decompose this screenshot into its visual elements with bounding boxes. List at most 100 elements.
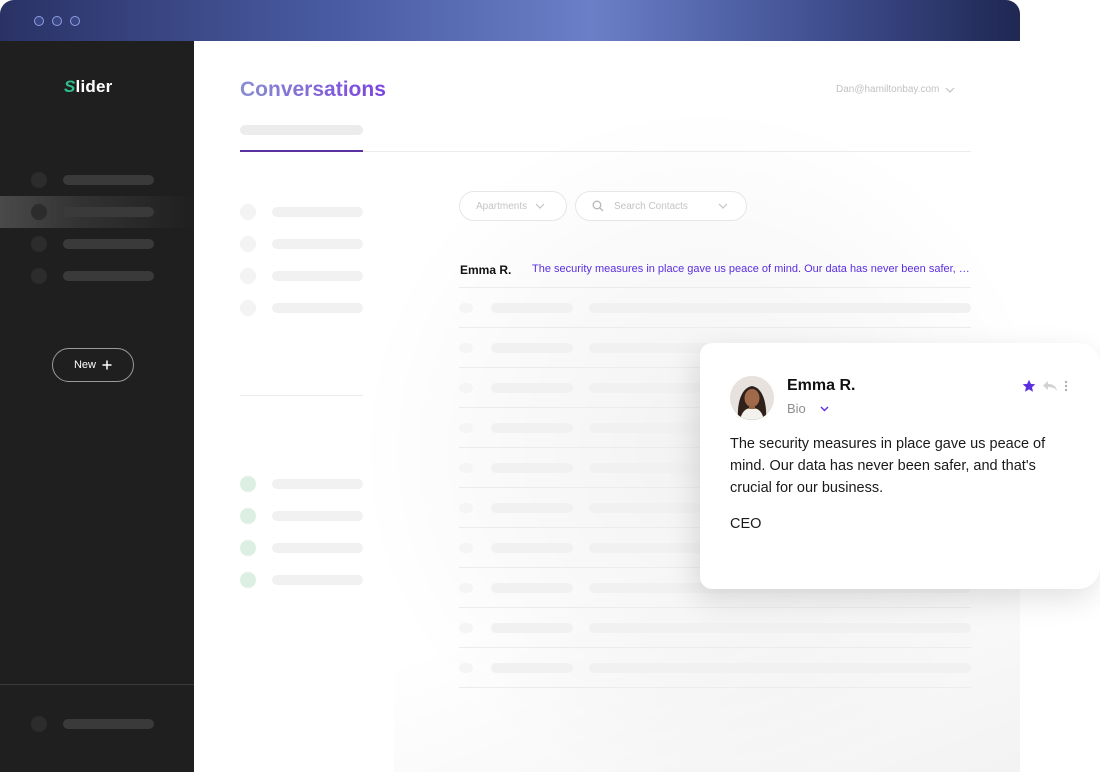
row-skeleton-bar [491, 383, 573, 393]
row-skeleton-bar [459, 663, 473, 673]
row-skeleton-bar [491, 343, 573, 353]
status-label-placeholder [272, 479, 363, 489]
row-skeleton-bar [459, 623, 473, 633]
nav-icon [31, 172, 47, 188]
sidebar: Slider New [0, 41, 194, 772]
chevron-down-icon [718, 203, 728, 209]
row-skeleton-bar [459, 583, 473, 593]
sidebar-nav-item[interactable] [0, 260, 194, 292]
nav-icon [31, 268, 47, 284]
nav-icon [31, 236, 47, 252]
star-icon[interactable] [1022, 379, 1036, 393]
conversation-preview: The security measures in place gave us p… [532, 263, 973, 275]
chevron-down-icon [820, 406, 829, 411]
nav-label-placeholder [63, 207, 154, 217]
nav-label-placeholder [63, 239, 154, 249]
contact-avatar[interactable] [730, 376, 774, 420]
row-skeleton-bar [459, 503, 473, 513]
nav-label-placeholder [63, 175, 154, 185]
row-divider [459, 647, 971, 648]
filter-item[interactable] [240, 300, 370, 316]
window-maximize-dot[interactable] [70, 16, 80, 26]
status-label-placeholder [272, 511, 363, 521]
row-skeleton-bar [459, 343, 473, 353]
account-menu[interactable]: Dan@hamiltonbay.com [836, 84, 955, 95]
contact-name: Emma R. [787, 377, 856, 394]
filter-item[interactable] [240, 268, 370, 284]
conversation-row-placeholder[interactable] [459, 300, 971, 316]
row-divider [459, 607, 971, 608]
filter-label-placeholder [272, 207, 363, 217]
filter-divider [240, 395, 363, 396]
account-icon [31, 716, 47, 732]
search-contacts-placeholder: Search Contacts [614, 200, 688, 212]
nav-label-placeholder [63, 271, 154, 281]
avatar-portrait-icon [730, 376, 774, 420]
row-skeleton-bar [491, 463, 573, 473]
row-skeleton-bar [491, 623, 573, 633]
reply-icon[interactable] [1042, 380, 1058, 392]
contact-role: CEO [730, 516, 762, 532]
sidebar-divider [0, 684, 194, 685]
filter-icon [240, 300, 256, 316]
filter-label-placeholder [272, 271, 363, 281]
contact-detail-card: Emma R. Bio The security measures in pla… [700, 343, 1100, 589]
status-item[interactable] [240, 540, 370, 556]
row-skeleton-bar [459, 383, 473, 393]
row-skeleton-bar [491, 663, 573, 673]
account-label-placeholder [63, 719, 154, 729]
header-divider [363, 151, 971, 152]
filter-label-placeholder [272, 303, 363, 313]
row-skeleton-bar [589, 623, 971, 633]
account-email: Dan@hamiltonbay.com [836, 84, 940, 95]
row-skeleton-bar [491, 303, 573, 313]
chevron-down-icon [535, 203, 545, 209]
status-label-placeholder [272, 575, 363, 585]
window-minimize-dot[interactable] [52, 16, 62, 26]
row-skeleton-bar [459, 463, 473, 473]
window-close-dot[interactable] [34, 16, 44, 26]
new-button-label: New [73, 359, 96, 371]
sidebar-nav-item-active[interactable] [0, 196, 194, 228]
row-skeleton-bar [491, 543, 573, 553]
category-dropdown-value: Apartments [476, 200, 528, 212]
bio-toggle[interactable]: Bio [787, 401, 829, 416]
sidebar-nav-item[interactable] [0, 228, 194, 260]
new-button[interactable]: New [52, 348, 134, 382]
status-label-placeholder [272, 543, 363, 553]
status-icon [240, 572, 256, 588]
row-skeleton-bar [459, 423, 473, 433]
status-item[interactable] [240, 476, 370, 492]
filter-icon [240, 268, 256, 284]
status-icon [240, 476, 256, 492]
row-skeleton-bar [491, 423, 573, 433]
testimonial-text: The security measures in place gave us p… [730, 436, 1046, 496]
status-item[interactable] [240, 572, 370, 588]
sidebar-nav-item[interactable] [0, 164, 194, 196]
row-skeleton-bar [459, 543, 473, 553]
search-icon [592, 200, 604, 212]
row-skeleton-bar [589, 663, 971, 673]
row-divider [459, 327, 971, 328]
status-icon [240, 540, 256, 556]
brand-logo[interactable]: Slider [64, 77, 112, 97]
status-item[interactable] [240, 508, 370, 524]
filter-label-placeholder [272, 239, 363, 249]
bio-label: Bio [787, 401, 806, 416]
search-contacts-field[interactable]: Search Contacts [575, 191, 747, 221]
filter-icon [240, 236, 256, 252]
category-dropdown[interactable]: Apartments [459, 191, 567, 221]
tab-placeholder[interactable] [240, 125, 363, 135]
row-skeleton-bar [491, 503, 573, 513]
brand-logo-text: lider [75, 77, 113, 96]
row-skeleton-bar [589, 303, 971, 313]
sidebar-account-item[interactable] [0, 708, 194, 740]
conversation-row-placeholder[interactable] [459, 660, 971, 676]
conversation-row-placeholder[interactable] [459, 620, 971, 636]
filter-item[interactable] [240, 236, 370, 252]
filter-item[interactable] [240, 204, 370, 220]
status-icon [240, 508, 256, 524]
page-title: Conversations [240, 78, 386, 101]
more-options-icon[interactable] [1064, 380, 1068, 392]
row-divider [459, 287, 971, 288]
